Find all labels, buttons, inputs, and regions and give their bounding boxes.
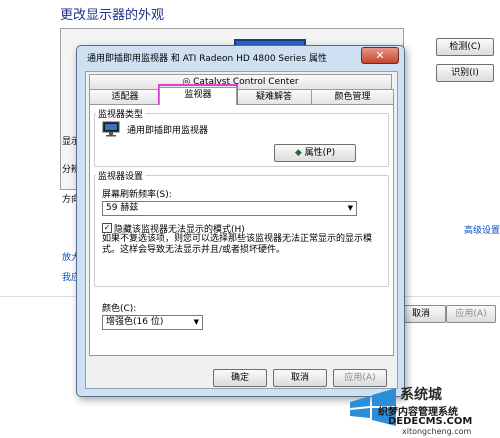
monitor-type-label: 监视器类型	[96, 107, 146, 120]
shield-icon: ◆	[294, 148, 305, 158]
monitor-name: 通用即插即用监视器	[127, 126, 209, 136]
refresh-rate-select[interactable]: 59 赫兹 ▼	[102, 201, 357, 216]
colors-select[interactable]: 增强色(16 位) ▼	[102, 315, 203, 330]
refresh-rate-label: 屏幕刷新频率(S):	[102, 190, 172, 200]
tab-monitor[interactable]: 监视器	[159, 87, 237, 105]
advanced-settings-link[interactable]: 高级设置	[464, 223, 500, 236]
hide-modes-checkbox[interactable]: ✓	[102, 223, 112, 233]
dialog-title: 通用即插即用监视器 和 ATI Radeon HD 4800 Series 属性	[87, 54, 327, 64]
properties-button[interactable]: ◆ 属性(P)	[274, 144, 356, 162]
identify-button[interactable]: 识别(I)	[436, 64, 494, 82]
watermark-line4: xitongcheng.com	[402, 427, 472, 436]
tab-adapter[interactable]: 适配器	[89, 89, 161, 104]
watermark-line3: DEDECMS.COM	[388, 416, 473, 427]
cancel-button[interactable]: 取消	[273, 369, 327, 387]
dropdown-arrow-icon: ▼	[193, 318, 199, 326]
background-apply-button[interactable]: 应用(A)	[446, 305, 496, 323]
tab-color-management[interactable]: 颜色管理	[311, 89, 394, 104]
close-button[interactable]: ✕	[361, 47, 399, 64]
colors-label: 颜色(C):	[102, 304, 137, 314]
monitor-tab-panel: 监视器类型 通用即插即用监视器 ◆ 属性(P) 监视器设置 屏幕刷新频率(S):…	[89, 104, 394, 356]
warning-text: 如果不复选该项，则您可以选择那些该监视器无法正常显示的显示模式。这样会导致无法显…	[102, 234, 373, 255]
page-title: 更改显示器的外观	[60, 8, 165, 23]
monitor-icon	[102, 121, 120, 137]
properties-dialog: 通用即插即用监视器 和 ATI Radeon HD 4800 Series 属性…	[76, 45, 405, 397]
tab-troubleshoot[interactable]: 疑难解答	[235, 89, 313, 104]
dialog-body: ◎ Catalyst Control Center 适配器 监视器 疑难解答 颜…	[85, 71, 398, 389]
monitor-settings-label: 监视器设置	[96, 169, 146, 182]
detect-button[interactable]: 检测(C)	[436, 38, 494, 56]
watermark-line1: 系统城	[400, 387, 442, 403]
ok-button[interactable]: 确定	[213, 369, 267, 387]
dropdown-arrow-icon: ▼	[347, 204, 353, 212]
close-icon: ✕	[375, 49, 385, 62]
tab-catalyst[interactable]: ◎ Catalyst Control Center	[89, 74, 392, 89]
